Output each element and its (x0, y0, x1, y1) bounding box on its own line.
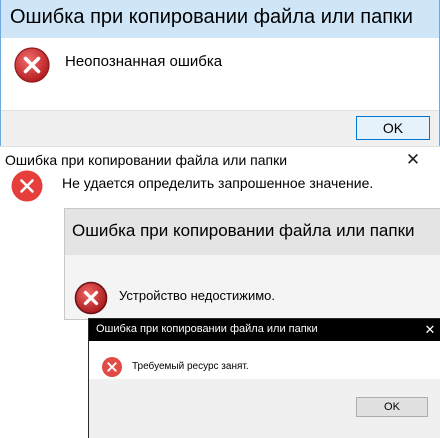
error-icon (74, 281, 108, 315)
error-icon (10, 169, 44, 203)
screenshot-stage: Ошибка при копировании файла или папки Н… (0, 0, 440, 438)
error-dialog-unknown-error: Ошибка при копировании файла или папки Н… (0, 0, 440, 146)
ok-button[interactable]: OK (356, 397, 428, 417)
dialog-title: Ошибка при копировании файла или папки (5, 152, 288, 168)
close-icon[interactable]: ✕ (423, 322, 437, 338)
dialog-titlebar[interactable]: Ошибка при копировании файла или папки ✕ (89, 319, 440, 341)
error-icon (101, 356, 123, 378)
dialog-message: Не удается определить запрошенное значен… (62, 175, 374, 191)
error-dialog-value-not-found: Ошибка при копировании файла или папки ✕… (0, 146, 440, 216)
error-dialog-resource-busy: Ошибка при копировании файла или папки ✕… (88, 318, 440, 438)
dialog-title: Ошибка при копировании файла или папки (72, 221, 415, 240)
error-dialog-device-unreachable: Ошибка при копировании файла или папки У… (64, 208, 440, 320)
dialog-titlebar[interactable]: Ошибка при копировании файла или папки (1, 0, 439, 38)
dialog-footer: OK (1, 110, 439, 146)
dialog-title: Ошибка при копировании файла или папки (10, 6, 413, 28)
close-icon[interactable]: ✕ (402, 150, 424, 170)
dialog-message: Неопознанная ошибка (65, 53, 223, 70)
dialog-message: Требуемый ресурс занят. (132, 361, 249, 372)
dialog-title: Ошибка при копировании файла или папки (96, 323, 318, 335)
error-icon (13, 46, 51, 84)
ok-button[interactable]: OK (356, 116, 430, 140)
dialog-message: Устройство недостижимо. (119, 288, 276, 303)
dialog-titlebar[interactable]: Ошибка при копировании файла или папки (65, 209, 440, 255)
dialog-footer: OK (89, 379, 440, 438)
